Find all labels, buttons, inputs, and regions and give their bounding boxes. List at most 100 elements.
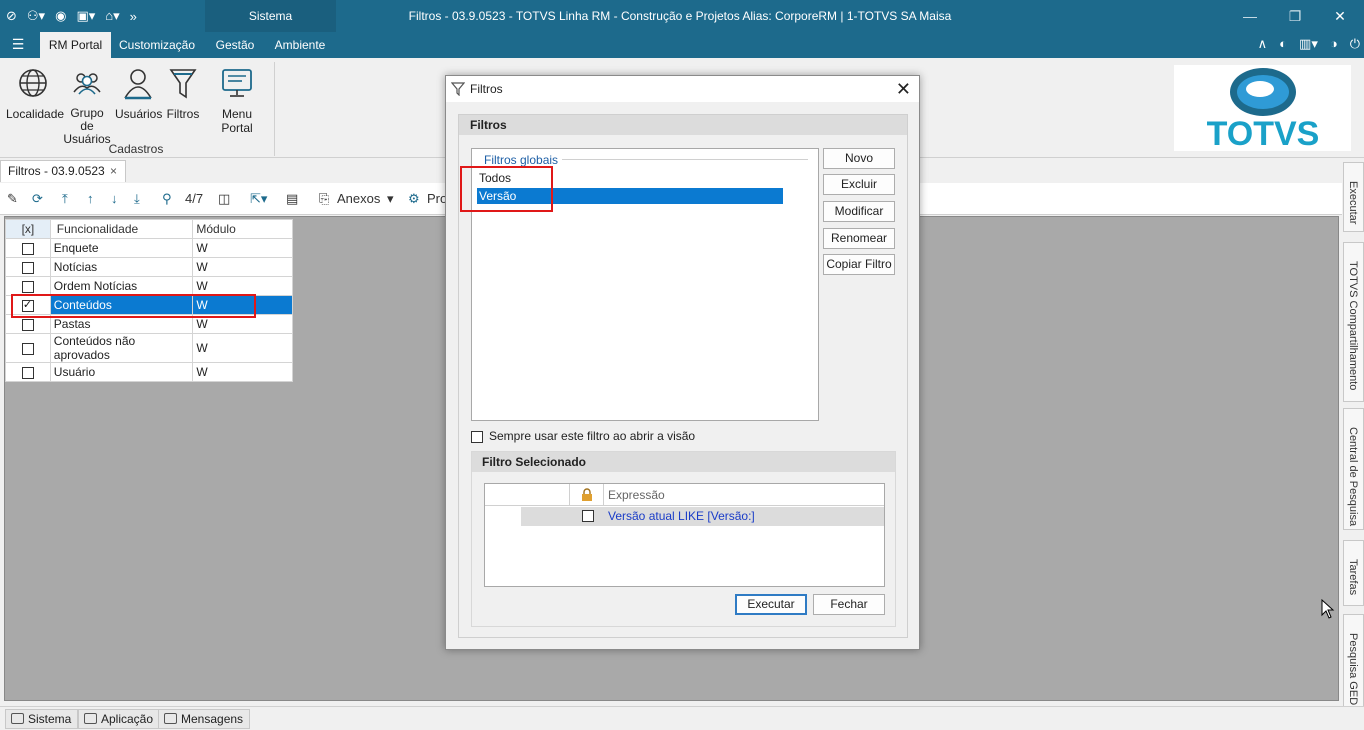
restore-icon[interactable]: ❐ bbox=[1271, 0, 1319, 32]
view-icon[interactable]: ◉ bbox=[55, 8, 66, 24]
minimize-icon[interactable]: — bbox=[1226, 0, 1274, 32]
export-icon[interactable]: ⇱▾ bbox=[250, 190, 267, 208]
sidebar-toggle-icon[interactable]: ☰ bbox=[8, 36, 28, 54]
monitor-icon bbox=[11, 713, 24, 724]
sistema-tab[interactable]: Sistema bbox=[205, 0, 336, 32]
user-icon bbox=[124, 69, 152, 100]
funcionalidade-header[interactable]: Funcionalidade bbox=[49, 219, 194, 239]
side-tab-pesquisa-ged[interactable]: Pesquisa GED bbox=[1343, 614, 1364, 708]
funcionalidade-cell: Ordem Notícias bbox=[49, 276, 194, 296]
excluir-button[interactable]: Excluir bbox=[823, 174, 895, 195]
attachment-icon[interactable]: ⎘ bbox=[319, 190, 329, 208]
usuarios-button[interactable]: Usuários bbox=[115, 66, 162, 121]
ribbon-group-label: Cadastros bbox=[108, 142, 164, 156]
collapse-ribbon-icon[interactable]: ∧ bbox=[1258, 36, 1268, 52]
lock-icon bbox=[582, 488, 592, 501]
process-gear-icon[interactable]: ⚙ bbox=[408, 190, 420, 208]
filtros-dialog: Filtros ✕ Filtros Filtros globais Todos … bbox=[445, 75, 920, 650]
hierarchy-icon[interactable]: ⚇▾ bbox=[27, 8, 45, 24]
menubar-right-icons: ∧ ◐ ▥▾ ◑ ⏻ bbox=[1258, 36, 1360, 52]
filtros-button[interactable]: Filtros bbox=[165, 66, 201, 121]
menu-bar: ☰ RM Portal Customização Gestão Ambiente… bbox=[0, 32, 1364, 58]
side-tab-executar[interactable]: Executar bbox=[1343, 162, 1364, 232]
ribbon-separator bbox=[274, 62, 275, 156]
previous-record-icon[interactable]: ↑ bbox=[87, 190, 94, 208]
edit-icon[interactable]: ✎ bbox=[7, 190, 18, 208]
highlight-box-conteudos bbox=[11, 294, 256, 318]
menu-gestao[interactable]: Gestão bbox=[209, 32, 261, 58]
columns-icon[interactable]: ◫ bbox=[218, 190, 230, 208]
help-icon[interactable]: ◐ bbox=[1279, 36, 1287, 52]
always-use-filter-checkbox[interactable]: Sempre usar este filtro ao abrir a visão bbox=[471, 429, 695, 443]
filtros-globais-legend: Filtros globais bbox=[484, 153, 559, 167]
dialog-title-bar[interactable]: Filtros ✕ bbox=[446, 76, 919, 102]
close-icon[interactable]: ✕ bbox=[896, 76, 911, 102]
funnel-icon bbox=[451, 82, 465, 96]
user-group-icon bbox=[73, 73, 101, 95]
anexos-button[interactable]: Anexos bbox=[337, 190, 380, 208]
power-icon[interactable]: ⏻ bbox=[1350, 36, 1360, 52]
more-icon[interactable]: » bbox=[130, 9, 137, 24]
grupo-usuarios-button[interactable]: Grupo de Usuários bbox=[62, 66, 112, 146]
app-menu-icon[interactable]: ⊘ bbox=[6, 8, 17, 24]
row-checkbox[interactable] bbox=[5, 333, 51, 363]
side-tab-tarefas[interactable]: Tarefas bbox=[1343, 540, 1364, 606]
window-icon[interactable]: ▣▾ bbox=[76, 8, 95, 24]
close-window-icon[interactable]: ✕ bbox=[1316, 0, 1364, 32]
table-row[interactable]: Conteúdos não aprovados W bbox=[5, 333, 293, 363]
expression-grid: Expressão Versão atual LIKE [Versão:] bbox=[484, 483, 885, 587]
menu-ambiente[interactable]: Ambiente bbox=[268, 32, 332, 58]
monitor-icon bbox=[222, 69, 252, 97]
row-checkbox[interactable] bbox=[5, 362, 51, 382]
funcionalidade-cell: Enquete bbox=[49, 238, 194, 258]
funnel-icon bbox=[169, 69, 197, 99]
expression-lock-checkbox[interactable] bbox=[582, 510, 594, 522]
localidade-button[interactable]: Localidade bbox=[6, 66, 64, 121]
table-row[interactable]: Ordem Notícias W bbox=[5, 276, 293, 296]
menu-customizacao[interactable]: Customização bbox=[114, 32, 200, 58]
table-row[interactable]: Usuário W bbox=[5, 362, 293, 382]
expression-row[interactable]: Versão atual LIKE [Versão:] bbox=[521, 507, 884, 526]
next-record-icon[interactable]: ↓ bbox=[111, 190, 118, 208]
menu-rm-portal[interactable]: RM Portal bbox=[40, 32, 111, 58]
anexos-dropdown-icon[interactable]: ▾ bbox=[387, 190, 394, 208]
select-all-header[interactable]: [x] bbox=[5, 219, 51, 239]
document-tab[interactable]: Filtros - 03.9.0523 × bbox=[0, 160, 126, 182]
filtros-label: Filtros bbox=[166, 107, 200, 121]
table-row[interactable]: Enquete W bbox=[5, 238, 293, 258]
filtros-section-header: Filtros bbox=[459, 115, 907, 135]
modificar-button[interactable]: Modificar bbox=[823, 201, 895, 222]
side-tab-central-pesquisa[interactable]: Central de Pesquisa bbox=[1343, 408, 1364, 530]
expression-text: Versão atual LIKE [Versão:] bbox=[608, 509, 755, 523]
close-tab-icon[interactable]: × bbox=[110, 161, 117, 182]
status-aplicacao-button[interactable]: Aplicação bbox=[78, 709, 161, 729]
status-sistema-button[interactable]: Sistema bbox=[5, 709, 79, 729]
totvs-logo-graphic: TOTVS bbox=[1207, 68, 1319, 153]
menu-portal-button[interactable]: Menu Portal bbox=[206, 66, 268, 135]
side-panel-tabs: Executar TOTVS Compartilhamento Central … bbox=[1343, 162, 1364, 710]
menu-portal-label: Menu Portal bbox=[221, 107, 253, 135]
novo-button[interactable]: Novo bbox=[823, 148, 895, 169]
fechar-button[interactable]: Fechar bbox=[813, 594, 885, 615]
support-icon[interactable]: ◑ bbox=[1330, 36, 1338, 52]
row-checkbox[interactable] bbox=[5, 238, 51, 258]
side-tab-totvs-compartilhamento[interactable]: TOTVS Compartilhamento bbox=[1343, 242, 1364, 402]
modulo-cell: W bbox=[192, 276, 293, 296]
status-mensagens-button[interactable]: Mensagens bbox=[158, 709, 251, 729]
layout-icon[interactable]: ▥▾ bbox=[1299, 36, 1318, 52]
table-row[interactable]: Notícias W bbox=[5, 257, 293, 277]
search-icon[interactable]: ⚲ bbox=[162, 190, 172, 208]
always-use-filter-box[interactable] bbox=[471, 430, 483, 443]
row-checkbox[interactable] bbox=[5, 257, 51, 277]
modulo-header[interactable]: Módulo bbox=[192, 219, 293, 239]
refresh-icon[interactable]: ⟳ bbox=[32, 190, 43, 208]
home-icon[interactable]: ⌂▾ bbox=[105, 8, 119, 24]
row-checkbox[interactable] bbox=[5, 276, 51, 296]
last-record-icon[interactable]: ⤓ bbox=[134, 190, 140, 208]
first-record-icon[interactable]: ⤒ bbox=[62, 190, 68, 208]
renomear-button[interactable]: Renomear bbox=[823, 228, 895, 249]
copiar-filtro-button[interactable]: Copiar Filtro bbox=[823, 254, 895, 275]
document-icon[interactable]: ▤ bbox=[286, 190, 298, 208]
executar-button[interactable]: Executar bbox=[735, 594, 807, 615]
modulo-cell: W bbox=[192, 238, 293, 258]
